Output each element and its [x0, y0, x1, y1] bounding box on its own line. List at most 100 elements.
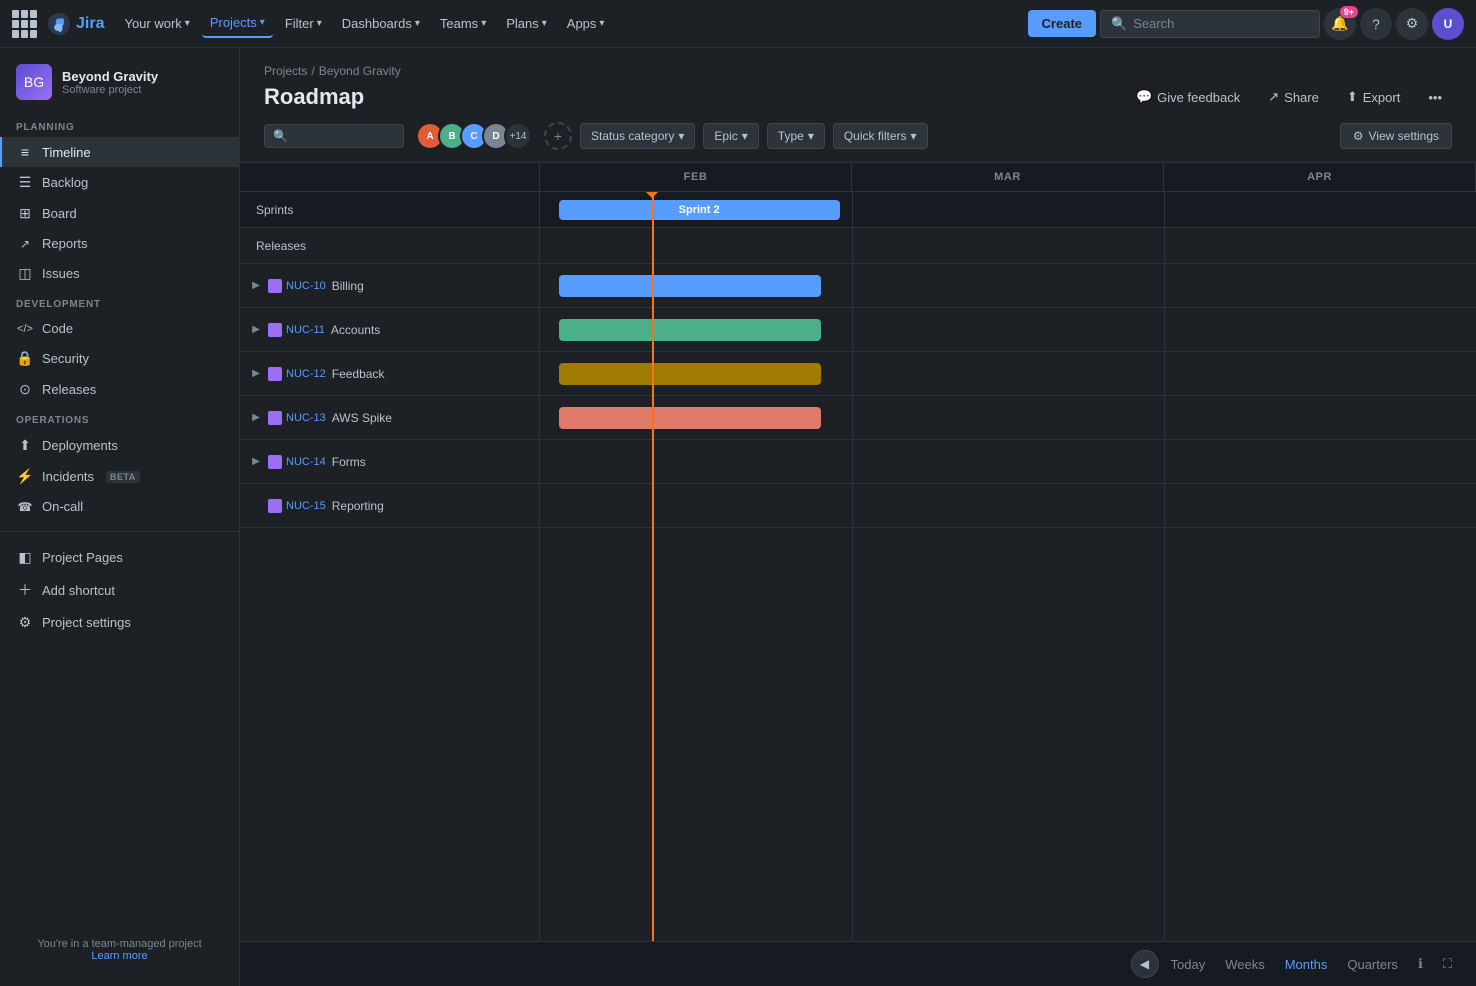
timeline-nav-prev[interactable]: ◀: [1131, 950, 1159, 978]
sidebar-item-incidents[interactable]: ⚡ Incidents BETA: [0, 461, 239, 492]
epic-name-nuc11[interactable]: Accounts: [331, 323, 380, 337]
share-icon: ↗: [1268, 89, 1279, 105]
epic-row-nuc11-left: ▶ NUC-11 Accounts: [240, 308, 539, 352]
sidebar-item-reports[interactable]: ↗ Reports: [0, 229, 239, 258]
epic-bar-nuc10[interactable]: [559, 275, 821, 297]
chevron-down-icon: ▾: [542, 18, 547, 29]
info-button[interactable]: ℹ: [1410, 951, 1431, 977]
epic-name-nuc12[interactable]: Feedback: [332, 367, 385, 381]
sidebar-item-add-shortcut[interactable]: ＋ Add shortcut: [0, 573, 239, 607]
project-pages-icon: ◧: [16, 549, 34, 566]
roadmap-timeline-header: FEB MAR APR: [540, 163, 1476, 191]
create-button[interactable]: Create: [1028, 10, 1096, 37]
sidebar-item-deployments[interactable]: ⬆ Deployments: [0, 430, 239, 461]
expand-nuc10[interactable]: ▶: [248, 278, 264, 294]
weeks-button[interactable]: Weeks: [1217, 952, 1273, 977]
chevron-down-icon: ▾: [599, 18, 604, 29]
planning-section-label: PLANNING: [0, 112, 239, 137]
sidebar-item-releases[interactable]: ⊙ Releases: [0, 374, 239, 405]
months-button[interactable]: Months: [1277, 952, 1336, 977]
learn-more-link[interactable]: Learn more: [91, 950, 147, 962]
search-input[interactable]: [1133, 16, 1309, 31]
nav-dashboards[interactable]: Dashboards ▾: [334, 10, 428, 37]
epic-filter[interactable]: Epic ▾: [703, 123, 758, 149]
incidents-icon: ⚡: [16, 468, 34, 485]
sprint-bar-row: Sprint 2: [540, 192, 1476, 228]
epic-name-nuc10[interactable]: Billing: [332, 279, 364, 293]
sidebar-item-on-call[interactable]: ☎ On-call: [0, 492, 239, 521]
view-settings-button[interactable]: ⚙ View settings: [1340, 123, 1452, 149]
type-filter[interactable]: Type ▾: [767, 123, 825, 149]
add-person-button[interactable]: +: [544, 122, 572, 150]
roadmap-body: Sprints Releases ▶ NUC-10 Billing: [240, 192, 1476, 941]
sidebar-item-code[interactable]: </> Code: [0, 314, 239, 343]
fullscreen-button[interactable]: ⛶: [1435, 951, 1460, 977]
nav-teams[interactable]: Teams ▾: [432, 10, 494, 37]
roadmap-search[interactable]: 🔍: [264, 124, 404, 148]
user-avatar[interactable]: U: [1432, 8, 1464, 40]
chevron-down-icon: ▾: [317, 18, 322, 29]
export-button[interactable]: ⬆ Export: [1337, 84, 1410, 110]
sidebar: BG Beyond Gravity Software project PLANN…: [0, 48, 240, 986]
roadmap-search-input[interactable]: [293, 129, 395, 143]
sidebar-item-board[interactable]: ⊞ Board: [0, 198, 239, 229]
epic-name-nuc13[interactable]: AWS Spike: [332, 411, 392, 425]
feedback-icon: 💬: [1136, 89, 1152, 105]
nav-your-work[interactable]: Your work ▾: [116, 10, 197, 37]
sidebar-item-project-pages[interactable]: ◧ Project Pages: [0, 542, 239, 573]
epic-bar-nuc11[interactable]: [559, 319, 821, 341]
timeline-icon: ≡: [16, 144, 34, 160]
nav-apps[interactable]: Apps ▾: [559, 10, 613, 37]
expand-nuc13[interactable]: ▶: [248, 410, 264, 426]
nav-plans[interactable]: Plans ▾: [498, 10, 555, 37]
roadmap-container: FEB MAR APR Sprints Releases: [240, 163, 1476, 986]
quick-filters[interactable]: Quick filters ▾: [833, 123, 928, 149]
sprint-2-bar[interactable]: Sprint 2: [559, 200, 840, 220]
epic-name-nuc14[interactable]: Forms: [332, 455, 366, 469]
sidebar-item-backlog[interactable]: ☰ Backlog: [0, 167, 239, 198]
sidebar-item-project-settings[interactable]: ⚙ Project settings: [0, 607, 239, 638]
epic-id-nuc14: NUC-14: [286, 456, 326, 468]
sidebar-item-issues[interactable]: ◫ Issues: [0, 258, 239, 289]
status-category-filter[interactable]: Status category ▾: [580, 123, 695, 149]
app-body: BG Beyond Gravity Software project PLANN…: [0, 48, 1476, 986]
jira-logo[interactable]: Jira: [48, 13, 104, 35]
epic-dot-nuc11: [268, 323, 282, 337]
chevron-down-icon: ▾: [742, 129, 748, 143]
toolbar: 🔍 A B C D +14 + Status category ▾ Epic ▾…: [240, 110, 1476, 163]
releases-icon: ⊙: [16, 381, 34, 398]
today-button[interactable]: Today: [1163, 952, 1214, 977]
epic-name-nuc15[interactable]: Reporting: [332, 499, 384, 513]
more-actions-button[interactable]: •••: [1418, 85, 1452, 110]
breadcrumb-projects-link[interactable]: Projects: [264, 64, 307, 78]
search-box[interactable]: 🔍: [1100, 10, 1320, 38]
share-button[interactable]: ↗ Share: [1258, 84, 1329, 110]
expand-nuc11[interactable]: ▶: [248, 322, 264, 338]
app-grid-icon[interactable]: [12, 10, 40, 38]
expand-nuc12[interactable]: ▶: [248, 366, 264, 382]
epic-left-nuc11: ▶ NUC-11 Accounts: [240, 308, 540, 351]
avatar-count[interactable]: +14: [504, 122, 532, 150]
sidebar-item-timeline[interactable]: ≡ Timeline: [0, 137, 239, 167]
operations-section-label: OPERATIONS: [0, 405, 239, 430]
epic-dot-nuc14: [268, 455, 282, 469]
quarters-button[interactable]: Quarters: [1339, 952, 1406, 977]
notifications-button[interactable]: 🔔 9+: [1324, 8, 1356, 40]
sidebar-item-security[interactable]: 🔒 Security: [0, 343, 239, 374]
nav-filter[interactable]: Filter ▾: [277, 10, 330, 37]
avatars-group: A B C D +14: [416, 122, 532, 150]
settings-button[interactable]: ⚙: [1396, 8, 1428, 40]
help-button[interactable]: ?: [1360, 8, 1392, 40]
give-feedback-button[interactable]: 💬 Give feedback: [1126, 84, 1250, 110]
beta-badge: BETA: [106, 471, 140, 483]
nav-projects[interactable]: Projects ▾: [202, 9, 273, 38]
jira-logo-icon: [48, 13, 70, 35]
epic-left-nuc14: ▶ NUC-14 Forms: [240, 440, 540, 483]
expand-nuc14[interactable]: ▶: [248, 454, 264, 470]
epic-bar-nuc12[interactable]: [559, 363, 821, 385]
project-type: Software project: [62, 84, 158, 96]
epic-bar-nuc13[interactable]: [559, 407, 821, 429]
breadcrumb: Projects / Beyond Gravity: [264, 64, 1452, 78]
breadcrumb-project-link[interactable]: Beyond Gravity: [319, 64, 401, 78]
releases-label-row: Releases: [240, 228, 539, 264]
